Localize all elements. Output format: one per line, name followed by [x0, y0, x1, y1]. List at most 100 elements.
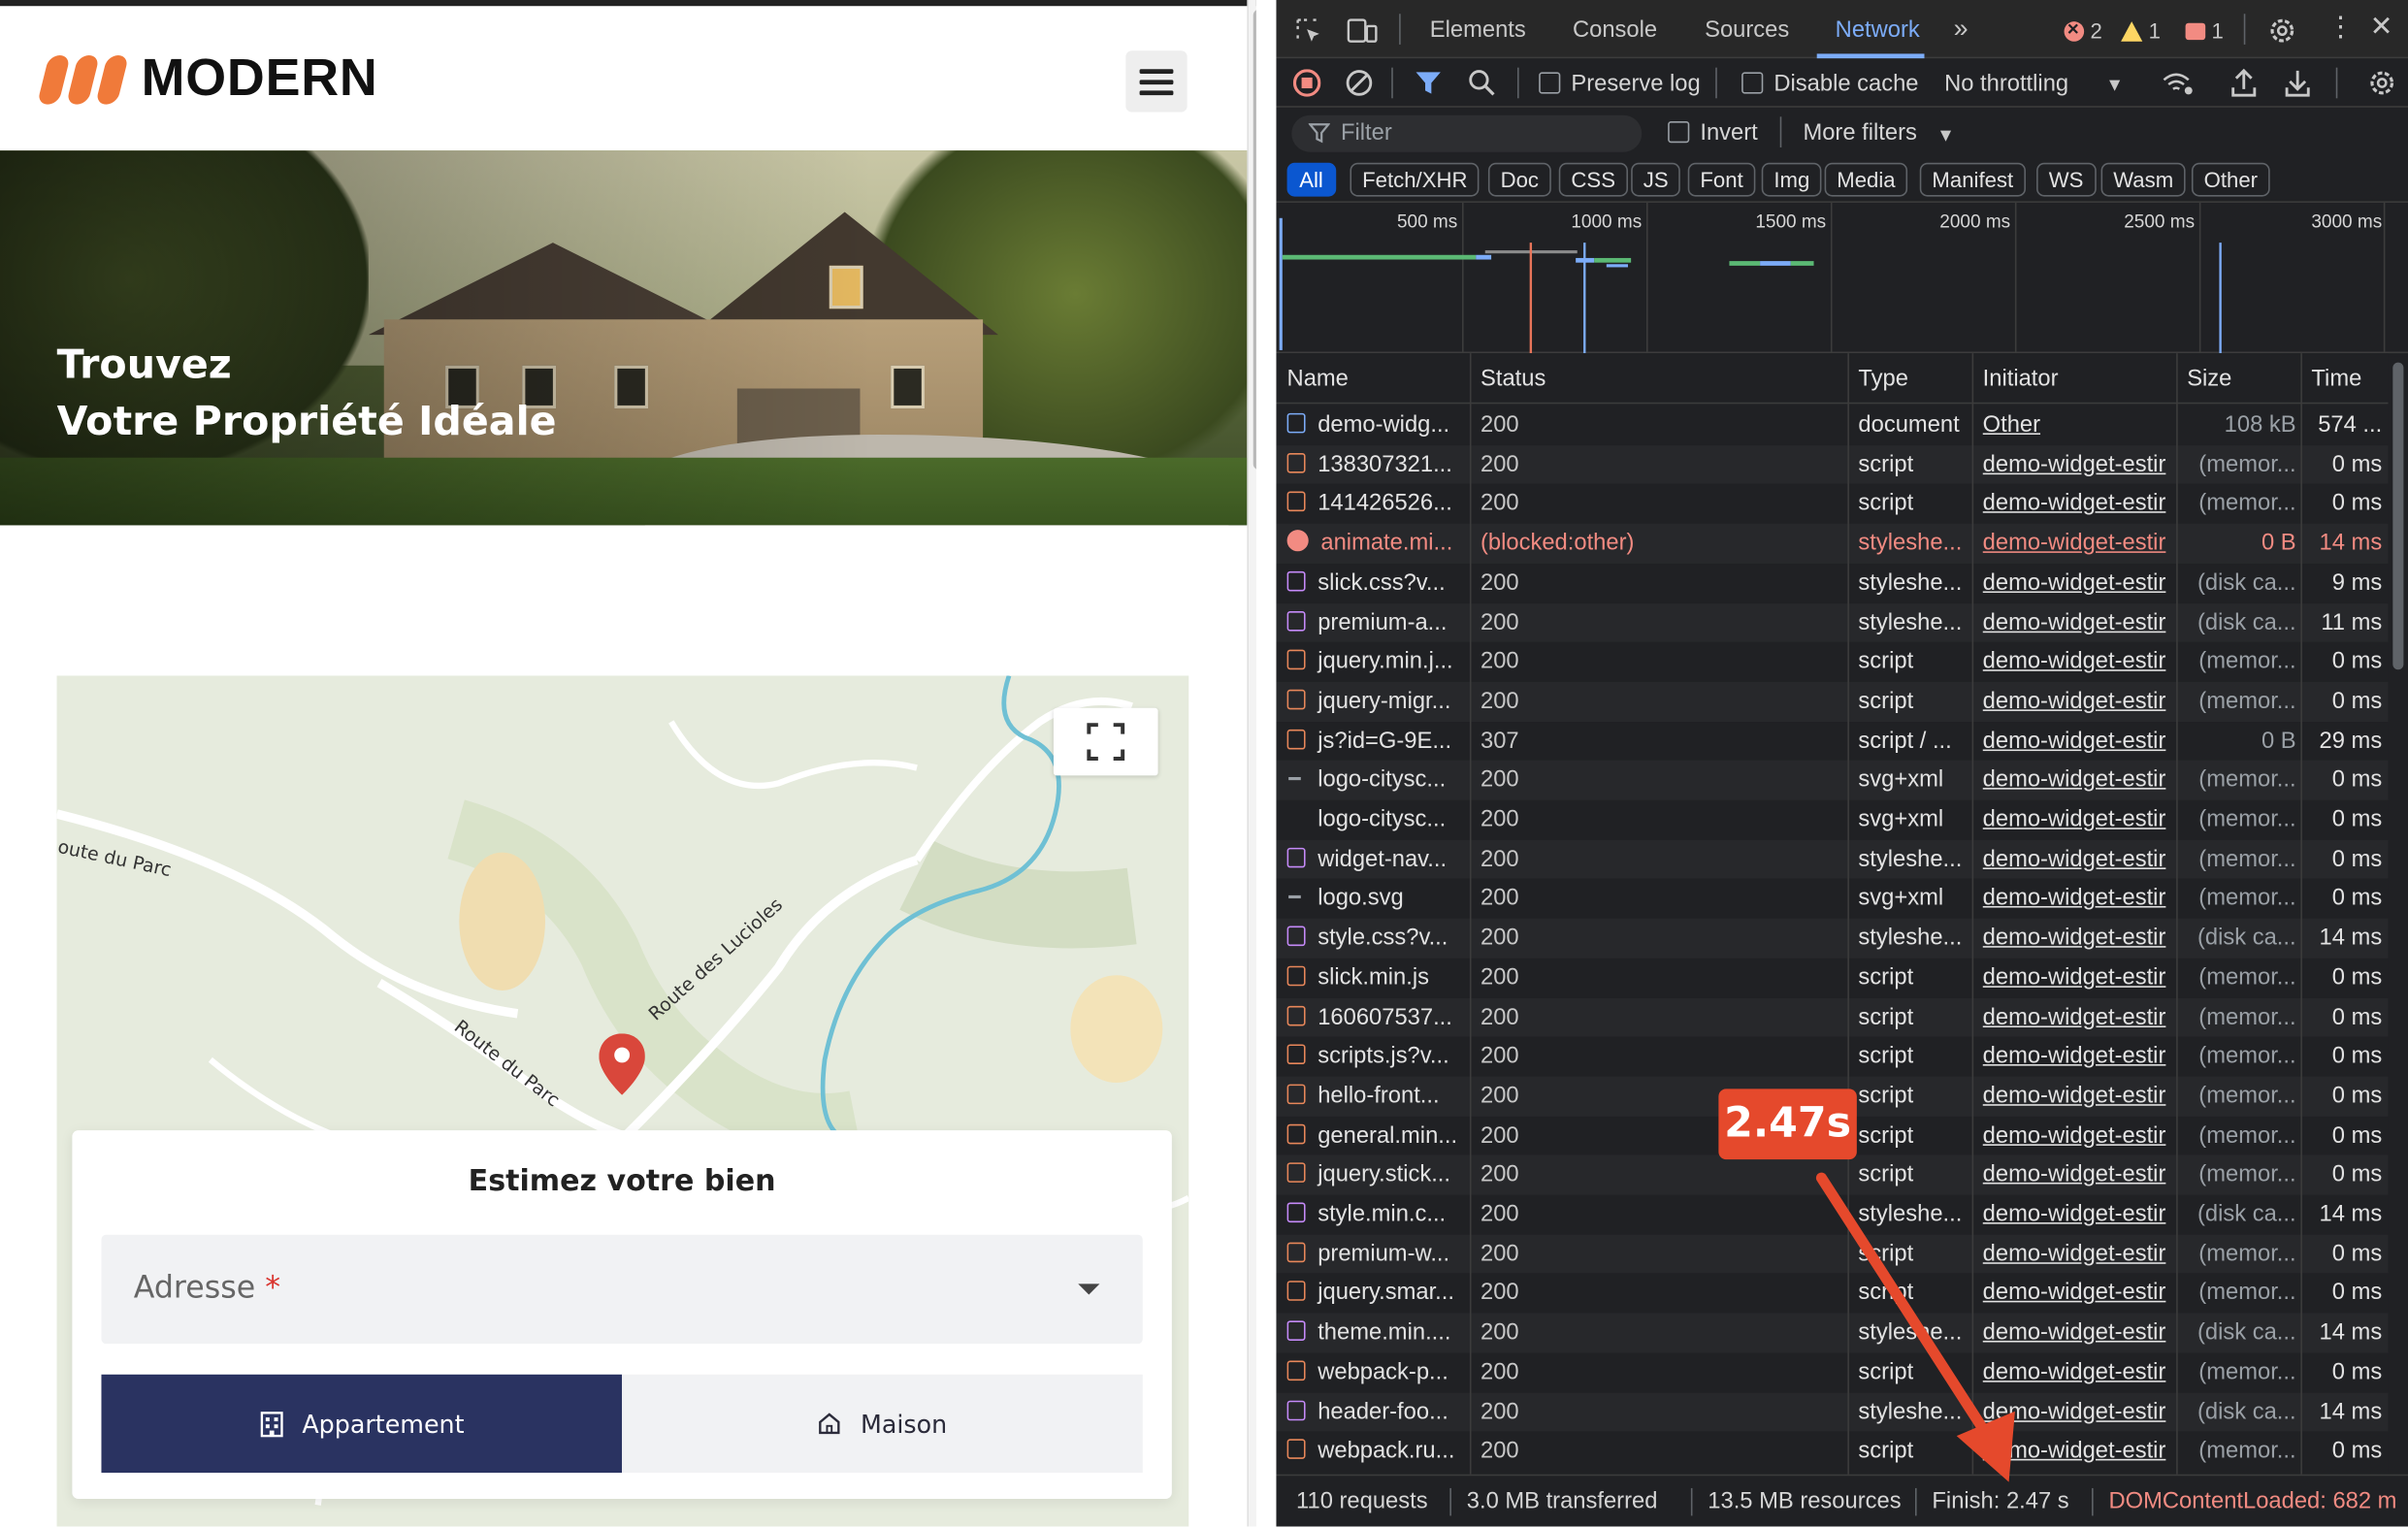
inspect-element-icon[interactable]: [1294, 16, 1321, 44]
tab-sources[interactable]: Sources: [1705, 16, 1789, 43]
request-initiator[interactable]: demo-widget-estir: [1983, 839, 2178, 879]
request-name[interactable]: scripts.js?v...: [1286, 1037, 1469, 1077]
request-name[interactable]: hello-front...: [1286, 1077, 1469, 1117]
request-name[interactable]: style.min.c...: [1286, 1195, 1469, 1235]
chip-fetch-xhr[interactable]: Fetch/XHR: [1350, 162, 1481, 197]
table-scroll-thumb[interactable]: [2392, 362, 2404, 670]
export-har-icon[interactable]: [2284, 68, 2311, 99]
invert-checkbox[interactable]: [1668, 121, 1690, 144]
request-initiator[interactable]: demo-widget-estir: [1983, 642, 2178, 682]
more-filters-button[interactable]: More filters: [1803, 119, 1916, 146]
chip-other[interactable]: Other: [2191, 162, 2270, 197]
request-row[interactable]: scripts.js?v... 200 script demo-widget-esti…: [1276, 1037, 2388, 1077]
col-header-status[interactable]: Status: [1470, 353, 1546, 404]
map-pin-icon[interactable]: [599, 1033, 645, 1095]
request-name[interactable]: premium-a...: [1286, 602, 1469, 642]
col-header-type[interactable]: Type: [1847, 353, 1907, 404]
request-name[interactable]: jquery.stick...: [1286, 1155, 1469, 1195]
col-header-initiator[interactable]: Initiator: [1972, 353, 2059, 404]
address-select[interactable]: Adresse *: [101, 1234, 1143, 1345]
request-name[interactable]: logo.svg: [1287, 879, 1469, 919]
chip-wasm[interactable]: Wasm: [2100, 162, 2186, 197]
request-initiator[interactable]: demo-widget-estir: [1983, 524, 2178, 564]
request-row[interactable]: jquery.min.j... 200 script demo-widget-esti…: [1276, 642, 2388, 682]
request-row[interactable]: 141426526... 200 script demo-widget-estir (m…: [1276, 484, 2388, 524]
request-row[interactable]: animate.mi... (blocked:other) styleshe... d…: [1276, 523, 2389, 564]
apartment-button[interactable]: Appartement: [101, 1374, 623, 1474]
chip-all[interactable]: All: [1286, 162, 1336, 197]
request-initiator[interactable]: demo-widget-estir: [1983, 919, 2178, 958]
request-name[interactable]: webpack.ru...: [1286, 1432, 1469, 1472]
page-scroll-thumb[interactable]: [1253, 9, 1256, 471]
request-name[interactable]: premium-w...: [1286, 1234, 1469, 1274]
request-initiator[interactable]: demo-widget-estir: [1983, 800, 2178, 840]
request-row[interactable]: js?id=G-9E... 307 script / ... demo-widget-…: [1276, 721, 2388, 761]
request-initiator[interactable]: demo-widget-estir: [1983, 1116, 2178, 1155]
request-name[interactable]: jquery.smar...: [1286, 1274, 1469, 1314]
disable-cache-checkbox[interactable]: [1741, 72, 1764, 94]
network-overview-timeline[interactable]: 500 ms 1000 ms 1500 ms 2000 ms 2500 ms 3…: [1276, 202, 2408, 354]
request-row[interactable]: premium-a... 200 styleshe... demo-widget-es…: [1276, 602, 2389, 642]
request-row[interactable]: logo-citysc... 200 svg+xml demo-widget-esti…: [1276, 800, 2388, 840]
request-name[interactable]: 138307321...: [1286, 445, 1469, 485]
request-name[interactable]: general.min...: [1286, 1116, 1469, 1155]
chip-img[interactable]: Img: [1761, 162, 1822, 197]
table-scrollbar[interactable]: [2388, 356, 2408, 1475]
request-row[interactable]: widget-nav... 200 styleshe... demo-widget-e…: [1276, 839, 2389, 880]
tab-network[interactable]: Network: [1836, 16, 1920, 43]
warning-count-badge[interactable]: 1: [2121, 18, 2161, 43]
throttling-select[interactable]: No throttling: [1944, 71, 2068, 97]
clear-log-icon[interactable]: [1346, 69, 1373, 96]
chip-font[interactable]: Font: [1687, 162, 1756, 197]
request-row[interactable]: 138307321... 200 script demo-widget-estir (m…: [1276, 444, 2389, 485]
col-header-name[interactable]: Name: [1276, 353, 1349, 404]
request-name[interactable]: webpack-p...: [1286, 1352, 1469, 1392]
menu-button[interactable]: [1125, 50, 1188, 113]
request-initiator[interactable]: demo-widget-estir: [1983, 958, 2178, 997]
request-initiator[interactable]: demo-widget-estir: [1983, 1077, 2178, 1117]
request-name[interactable]: slick.css?v...: [1286, 564, 1469, 603]
request-row[interactable]: slick.min.js 200 script demo-widget-estir (m…: [1276, 958, 2388, 997]
request-initiator[interactable]: demo-widget-estir: [1983, 1037, 2178, 1077]
request-name[interactable]: 160607537...: [1286, 997, 1469, 1037]
filter-input[interactable]: Filter: [1291, 114, 1643, 152]
request-initiator[interactable]: demo-widget-estir: [1983, 484, 2178, 524]
request-name[interactable]: widget-nav...: [1286, 839, 1469, 879]
request-name[interactable]: style.css?v...: [1286, 919, 1469, 958]
request-row[interactable]: jquery-migr... 200 script demo-widget-estir…: [1276, 681, 2389, 722]
request-name[interactable]: demo-widg...: [1286, 406, 1469, 445]
network-settings-icon[interactable]: [2366, 68, 2397, 99]
more-tabs-icon[interactable]: »: [1954, 16, 1969, 42]
request-name[interactable]: logo-citysc...: [1287, 761, 1469, 800]
request-row[interactable]: slick.css?v... 200 styleshe... demo-widget-…: [1276, 564, 2388, 603]
request-name[interactable]: 141426526...: [1286, 484, 1469, 524]
request-name[interactable]: theme.min....: [1286, 1314, 1469, 1353]
device-toolbar-icon[interactable]: [1347, 16, 1378, 44]
logo-icon[interactable]: [37, 54, 129, 105]
request-row[interactable]: demo-widg... 200 document Other 108 kB 574 ..…: [1276, 406, 2388, 445]
record-stop-icon[interactable]: [1292, 69, 1321, 97]
chip-media[interactable]: Media: [1824, 162, 1908, 197]
request-row[interactable]: 160607537... 200 script demo-widget-estir (m…: [1276, 997, 2389, 1037]
request-initiator[interactable]: demo-widget-estir: [1983, 445, 2178, 485]
request-initiator[interactable]: demo-widget-estir: [1983, 602, 2178, 642]
chip-doc[interactable]: Doc: [1487, 162, 1551, 197]
throttling-dropdown-icon[interactable]: ▼: [2105, 72, 2124, 96]
filter-funnel-icon[interactable]: [1415, 69, 1442, 96]
logo-text[interactable]: MODERN: [142, 49, 378, 110]
request-name[interactable]: logo-citysc...: [1287, 800, 1469, 840]
request-row[interactable]: logo.svg 200 svg+xml demo-widget-estir (memo…: [1276, 879, 2388, 919]
search-icon[interactable]: [1468, 69, 1495, 96]
request-initiator[interactable]: demo-widget-estir: [1983, 721, 2178, 761]
chip-css[interactable]: CSS: [1558, 162, 1628, 197]
issues-count-badge[interactable]: 1: [2185, 18, 2224, 43]
col-header-size[interactable]: Size: [2176, 353, 2231, 404]
tab-elements[interactable]: Elements: [1430, 16, 1526, 43]
request-name[interactable]: js?id=G-9E...: [1286, 721, 1469, 761]
request-name[interactable]: animate.mi...: [1286, 524, 1469, 564]
chip-ws[interactable]: WS: [2036, 162, 2097, 197]
network-conditions-icon[interactable]: [2161, 69, 2195, 96]
col-header-time[interactable]: Time: [2300, 353, 2361, 404]
house-button[interactable]: Maison: [622, 1374, 1143, 1474]
request-name[interactable]: jquery.min.j...: [1286, 642, 1469, 682]
